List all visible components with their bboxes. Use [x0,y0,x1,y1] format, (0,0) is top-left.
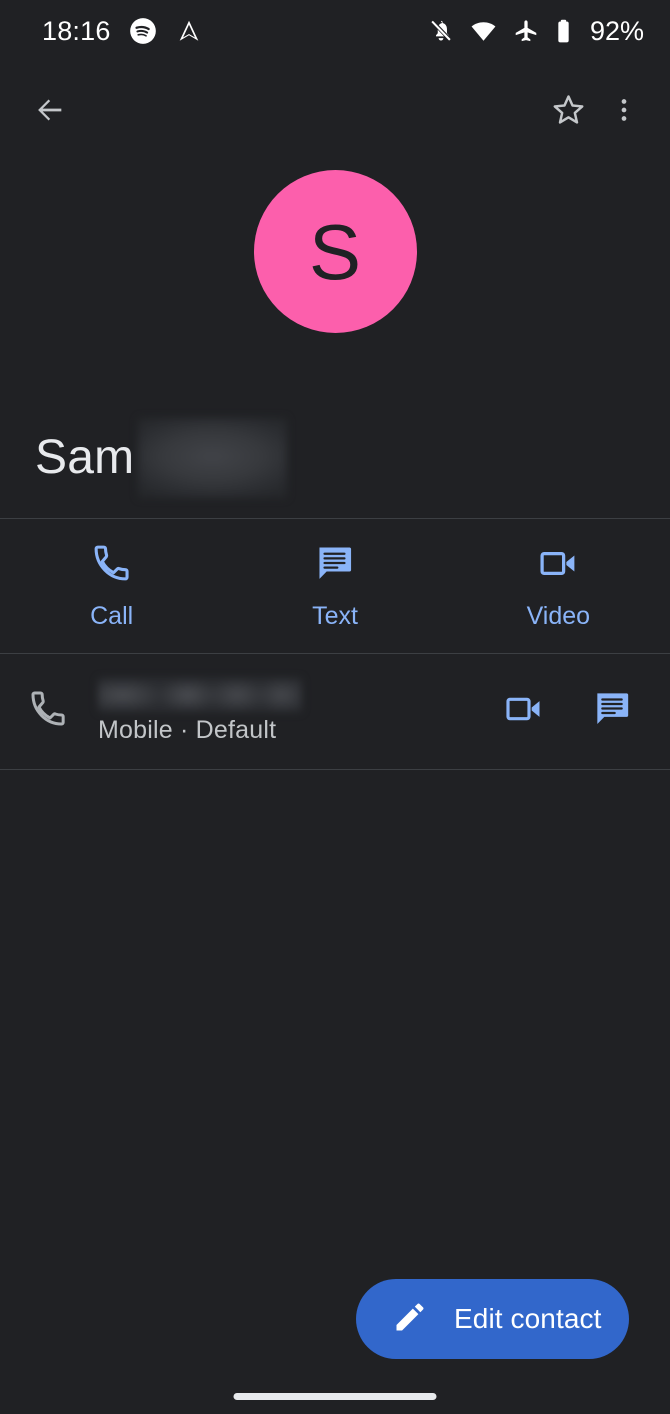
battery-icon [555,18,572,45]
home-indicator[interactable] [233,1393,437,1400]
quick-action-video[interactable]: Video [447,519,670,653]
wifi-icon [470,18,497,45]
phone-icon [28,689,68,734]
quick-action-text[interactable]: Text [223,519,446,653]
status-bar-clock: 18:16 [42,15,111,46]
status-bar-left: 18:16 [42,16,203,47]
quick-action-call[interactable]: Call [0,519,223,653]
phone-row-text: Mobile · Default [94,678,498,745]
row-video-call-button[interactable] [498,686,550,738]
back-button[interactable] [22,82,78,138]
quick-action-call-label: Call [90,602,134,630]
message-icon [314,543,355,589]
phone-number-row[interactable]: Mobile · Default [0,654,670,769]
app-bar [0,62,670,157]
video-camera-icon [538,543,579,589]
phone-row-actions [498,686,648,738]
video-camera-icon [504,689,544,734]
redacted-last-name [138,418,288,498]
edit-contact-label: Edit contact [454,1303,602,1334]
quick-action-video-label: Video [526,602,591,630]
spotify-icon [129,17,157,45]
status-bar: 18:16 92% [0,0,670,62]
pencil-icon [392,1299,428,1340]
overflow-menu-button[interactable] [596,82,652,138]
phone-icon [91,543,132,589]
redacted-phone-number [98,678,302,713]
airplane-mode-icon [513,18,539,44]
quick-actions-bar: Call Text Video [0,519,670,653]
contact-details-screen: 18:16 92% S Sam Call Text Video Mobile ·… [0,0,670,1414]
contact-avatar-container: S [0,170,670,333]
status-bar-right: 92% [428,16,644,47]
divider-bottom [0,769,670,770]
edit-contact-button[interactable]: Edit contact [356,1279,629,1359]
notifications-silenced-icon [428,18,454,44]
favorite-star-button[interactable] [540,82,596,138]
battery-percentage: 92% [589,15,644,46]
row-send-message-button[interactable] [586,686,638,738]
message-icon [592,689,632,734]
phone-number-subtitle: Mobile · Default [98,716,277,745]
quick-action-text-label: Text [312,602,358,630]
contact-name-row: Sam [0,408,670,508]
android-auto-icon [175,17,203,45]
avatar[interactable]: S [253,170,417,333]
page-title: Sam [35,431,135,484]
phone-row-leading-icon [28,689,94,734]
